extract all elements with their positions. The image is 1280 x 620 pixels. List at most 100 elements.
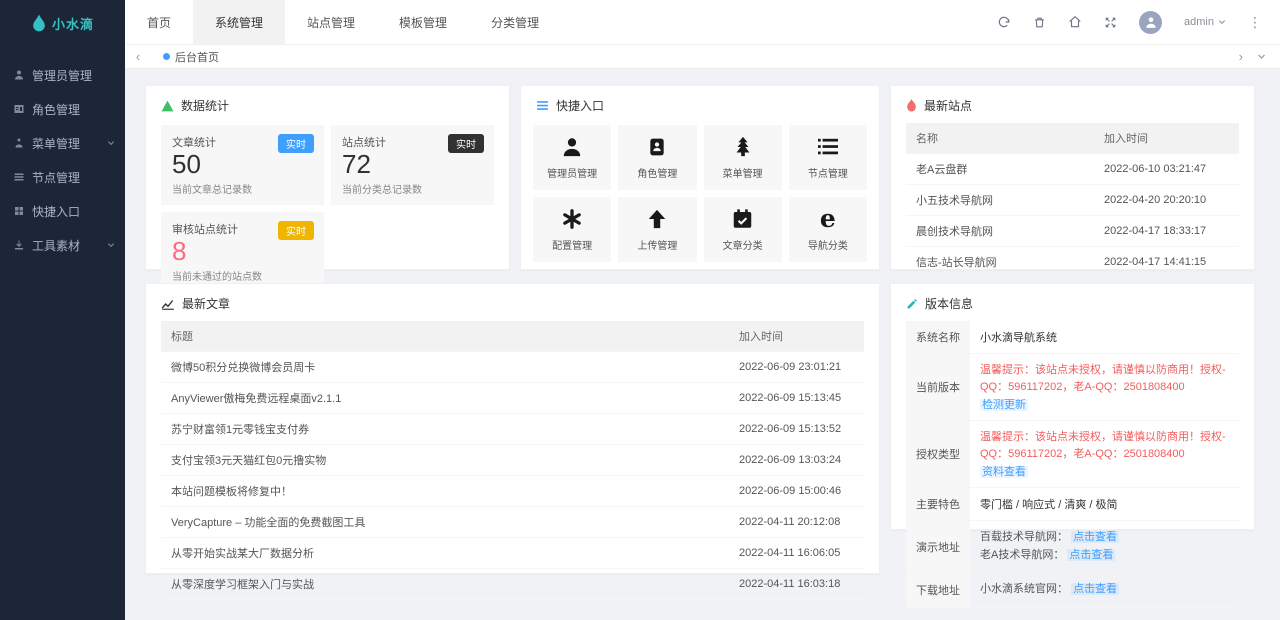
avatar[interactable] [1139, 10, 1163, 34]
quick-article-category[interactable]: 文章分类 [703, 197, 782, 262]
version-row-name: 系统名称 小水滴导航系统 [906, 321, 1239, 354]
breadcrumb-controls: › [1239, 49, 1280, 64]
tab-system[interactable]: 系统管理 [193, 0, 286, 44]
license-warning-text: 温馨提示：该站点未授权，请谨慎以防商用！授权-QQ：596117202，老A-Q… [980, 364, 1226, 394]
tab-home[interactable]: 首页 [125, 0, 193, 44]
status-badge: 实时 [278, 220, 314, 240]
site-name: 老A云盘群 [906, 153, 1094, 185]
table-row[interactable]: 晨创技术导航网 2022-04-17 18:33:17 [906, 215, 1239, 247]
tree-icon [732, 135, 754, 159]
site-time: 2022-04-17 14:41:15 [1094, 246, 1239, 278]
table-row[interactable]: VeryCapture – 功能全面的免费截图工具 2022-04-11 20:… [161, 506, 864, 538]
sidebar-item-node[interactable]: 节点管理 [0, 160, 125, 194]
article-title: 微博50积分兑换微博会员周卡 [161, 351, 729, 383]
breadcrumb-tab-home[interactable]: 后台首页 [151, 45, 231, 68]
download-site-link[interactable]: 点击查看 [1071, 583, 1120, 596]
table-header-row: 名称 加入时间 [906, 123, 1239, 154]
table-row[interactable]: 支付宝领3元天猫红包0元撸实物 2022-06-09 13:03:24 [161, 444, 864, 476]
tab-templates[interactable]: 模板管理 [377, 0, 469, 44]
quick-label: 导航分类 [807, 241, 848, 252]
sites-table-wrap: 名称 加入时间 老A云盘群 2022-06-10 03:21:47 小五技术导航… [891, 123, 1254, 288]
sidebar-item-entry[interactable]: 快捷入口 [0, 194, 125, 228]
node-icon [13, 171, 25, 183]
line-chart-icon [161, 297, 175, 310]
stat-empty-slot [331, 212, 494, 292]
article-time: 2022-06-09 23:01:21 [729, 351, 864, 383]
table-row[interactable]: 小五技术导航网 2022-04-20 20:20:10 [906, 184, 1239, 216]
article-time: 2022-06-09 15:13:52 [729, 413, 864, 445]
table-row[interactable]: 从零开始实战某大厂数据分析 2022-04-11 16:06:05 [161, 537, 864, 569]
brand-logo[interactable]: 小水滴 [0, 0, 125, 46]
quick-node-management[interactable]: 节点管理 [788, 125, 867, 190]
sidebar-item-admin[interactable]: 管理员管理 [0, 58, 125, 92]
article-title: 支付宝领3元天猫红包0元撸实物 [161, 444, 729, 476]
quick-menu-management[interactable]: 菜单管理 [703, 125, 782, 190]
version-row-features: 主要特色 零门槛 / 响应式 / 清爽 / 极简 [906, 487, 1239, 522]
config-icon [561, 207, 583, 231]
version-row-license: 授权类型 温馨提示：该站点未授权，请谨慎以防商用！授权-QQ：596117202… [906, 420, 1239, 489]
site-time: 2022-06-10 03:21:47 [1094, 153, 1239, 185]
table-row[interactable]: 信志-站长导航网 2022-04-17 14:41:15 [906, 246, 1239, 278]
home-icon[interactable] [1068, 15, 1082, 29]
latest-articles-card: 最新文章 标题 加入时间 微博50积分兑换微博会员周卡 2022-06-09 2… [145, 283, 880, 600]
user-dropdown[interactable]: admin [1184, 16, 1226, 28]
chevron-down-icon [107, 139, 115, 147]
nav-e-icon: e [819, 204, 836, 233]
table-row[interactable]: AnyViewer傲梅免费远程桌面v2.1.1 2022-06-09 15:13… [161, 382, 864, 414]
pencil-icon [906, 297, 918, 310]
more-options-icon[interactable]: ⋮ [1248, 14, 1262, 31]
column-time: 加入时间 [1094, 123, 1239, 154]
stat-grid: 文章统计 50 当前文章总记录数 实时 站点统计 72 当前分类总记录数 实时 … [146, 123, 509, 304]
version-row-demo: 演示地址 百载技术导航网： 点击查看 老A技术导航网： 点击查看 [906, 520, 1239, 574]
demo-site-2-link[interactable]: 点击查看 [1067, 548, 1116, 561]
quick-config-management[interactable]: 配置管理 [533, 197, 612, 262]
quick-nav-category[interactable]: e 导航分类 [788, 197, 867, 262]
admin-icon [561, 135, 583, 159]
quick-admin-management[interactable]: 管理员管理 [533, 125, 612, 190]
table-row[interactable]: 微博50积分兑换微博会员周卡 2022-06-09 23:01:21 [161, 351, 864, 383]
tab-categories[interactable]: 分类管理 [469, 0, 561, 44]
license-info-link[interactable]: 资料查看 [980, 466, 1028, 479]
row-label: 演示地址 [906, 520, 970, 574]
data-stats-card: 数据统计 文章统计 50 当前文章总记录数 实时 站点统计 72 当前分类总记录… [145, 85, 510, 292]
table-row[interactable]: 从零深度学习框架入门与实战 2022-04-11 16:03:18 [161, 568, 864, 600]
sidebar-item-role[interactable]: 角色管理 [0, 92, 125, 126]
sidebar: 小水滴 管理员管理 角色管理 菜单管理 节点管理 快捷入口 工具素材 [0, 0, 125, 620]
role-card-icon [647, 135, 667, 159]
breadcrumb-bar: ‹ 后台首页 › [125, 45, 1280, 69]
article-title: 从零开始实战某大厂数据分析 [161, 537, 729, 569]
check-update-link[interactable]: 检测更新 [980, 399, 1028, 412]
demo-site-1-link[interactable]: 点击查看 [1071, 531, 1120, 544]
column-name: 名称 [906, 123, 1094, 154]
quick-role-management[interactable]: 角色管理 [618, 125, 697, 190]
status-badge: 实时 [448, 134, 484, 153]
stat-articles: 文章统计 50 当前文章总记录数 实时 [161, 125, 324, 205]
quick-label: 上传管理 [637, 241, 678, 252]
tab-sites[interactable]: 站点管理 [285, 0, 377, 44]
sidebar-item-menu[interactable]: 菜单管理 [0, 126, 125, 160]
sidebar-menu: 管理员管理 角色管理 菜单管理 节点管理 快捷入口 工具素材 [0, 46, 125, 262]
quick-upload-management[interactable]: 上传管理 [618, 197, 697, 262]
tab-menu-chevron-icon[interactable] [1257, 52, 1266, 61]
refresh-icon[interactable] [997, 15, 1011, 29]
row-label: 当前版本 [906, 353, 970, 422]
scroll-left-icon[interactable]: ‹ [125, 49, 151, 64]
article-time: 2022-04-11 16:06:05 [729, 537, 864, 569]
username: admin [1184, 16, 1214, 28]
clear-icon[interactable] [1033, 16, 1046, 29]
top-navbar: 首页 系统管理 站点管理 模板管理 分类管理 admin ⋮ [125, 0, 1280, 45]
sidebar-item-label: 角色管理 [32, 102, 81, 117]
table-row[interactable]: 苏宁财富领1元零钱宝支付券 2022-06-09 15:13:52 [161, 413, 864, 445]
card-header: 最新文章 [146, 284, 879, 321]
quick-label: 管理员管理 [547, 169, 598, 180]
version-info-card: 版本信息 系统名称 小水滴导航系统 当前版本 温馨提示：该站点未授权，请谨慎以防… [890, 283, 1255, 608]
article-time: 2022-04-11 20:12:08 [729, 506, 864, 538]
fullscreen-icon[interactable] [1104, 16, 1117, 29]
table-row[interactable]: 老A云盘群 2022-06-10 03:21:47 [906, 153, 1239, 185]
sidebar-item-material[interactable]: 工具素材 [0, 228, 125, 262]
row-label: 系统名称 [906, 321, 970, 354]
system-name-value: 小水滴导航系统 [970, 321, 1239, 354]
table-row[interactable]: 本站问题模板将修复中！ 2022-06-09 15:00:46 [161, 475, 864, 507]
brand-name: 小水滴 [51, 16, 94, 32]
scroll-right-icon[interactable]: › [1239, 49, 1243, 64]
